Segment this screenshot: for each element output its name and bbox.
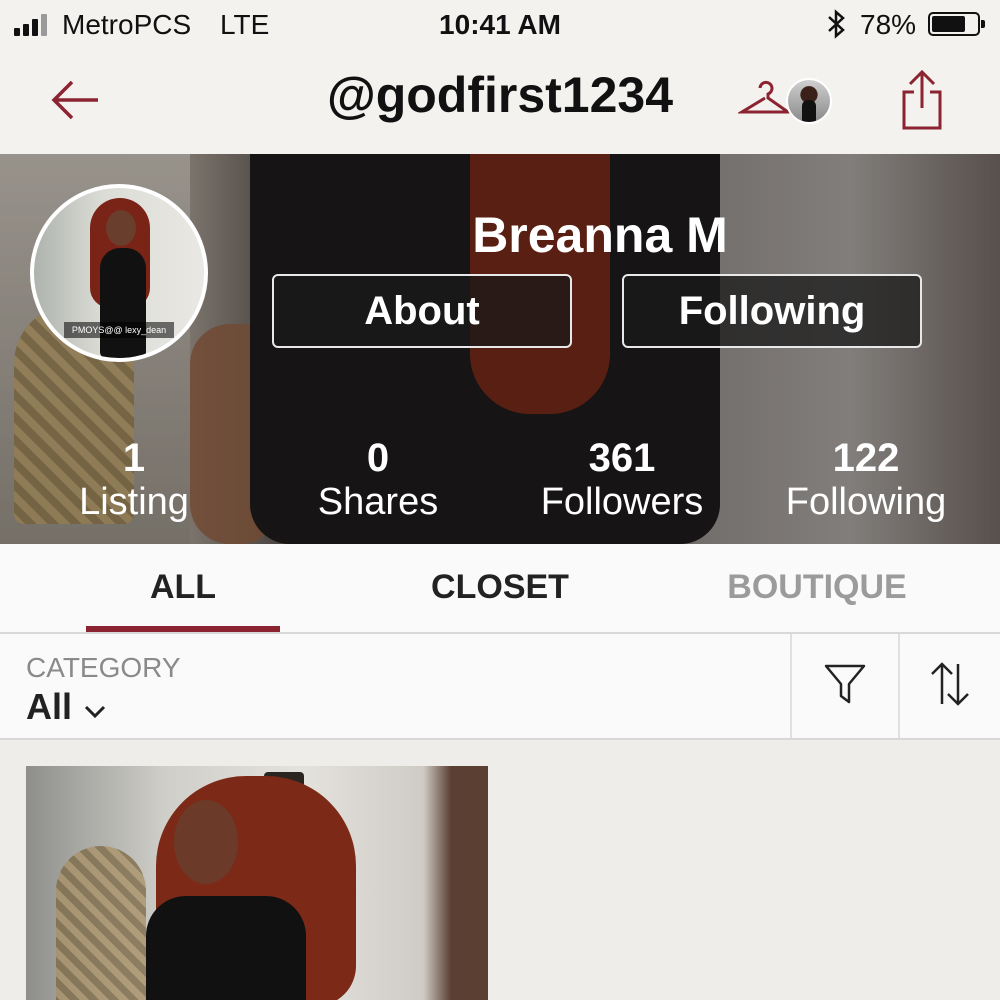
- chevron-down-icon: [84, 686, 106, 728]
- category-dropdown[interactable]: All: [26, 686, 106, 728]
- filter-icon: [823, 662, 867, 711]
- bluetooth-icon: [824, 9, 848, 46]
- following-button[interactable]: Following: [622, 274, 922, 348]
- filter-bar: CATEGORY All: [0, 634, 1000, 740]
- battery-icon: [928, 12, 985, 36]
- active-tab-indicator: [86, 626, 280, 632]
- filter-button[interactable]: [792, 634, 898, 738]
- page-title: @godfirst1234: [326, 67, 674, 123]
- tab-boutique[interactable]: BOUTIQUE: [712, 568, 922, 607]
- listing-tile[interactable]: [26, 766, 488, 1000]
- hanger-icon[interactable]: [736, 78, 793, 122]
- status-bar: MetroPCS LTE 10:41 AM 78%: [0, 0, 1000, 50]
- sort-button[interactable]: [900, 634, 1000, 738]
- navigation-bar: @godfirst1234: [0, 50, 1000, 154]
- stat-shares[interactable]: 0 Shares: [268, 436, 488, 524]
- category-label: CATEGORY: [26, 652, 181, 683]
- profile-photo[interactable]: PMOYS@@ lexy_dean: [30, 184, 208, 362]
- profile-name: Breanna M: [472, 207, 728, 263]
- profile-header: PMOYS@@ lexy_dean Breanna M About Follow…: [0, 154, 1000, 544]
- category-value: All: [26, 686, 73, 727]
- clock: 10:41 AM: [439, 9, 561, 40]
- sort-icon: [928, 660, 972, 713]
- share-icon[interactable]: [896, 68, 948, 132]
- profile-stats: 1 Listing 0 Shares 361 Followers 122 Fol…: [0, 436, 1000, 526]
- stat-followers[interactable]: 361 Followers: [512, 436, 732, 524]
- about-button[interactable]: About: [272, 274, 572, 348]
- profile-photo-tag: PMOYS@@ lexy_dean: [64, 322, 174, 338]
- stat-following[interactable]: 122 Following: [756, 436, 976, 524]
- stat-listing[interactable]: 1 Listing: [24, 436, 244, 524]
- tab-closet[interactable]: CLOSET: [400, 568, 600, 607]
- tab-all[interactable]: ALL: [86, 568, 280, 607]
- battery-percentage: 78%: [860, 9, 917, 40]
- user-avatar[interactable]: [786, 78, 832, 124]
- closet-tabs: ALL CLOSET BOUTIQUE: [0, 544, 1000, 634]
